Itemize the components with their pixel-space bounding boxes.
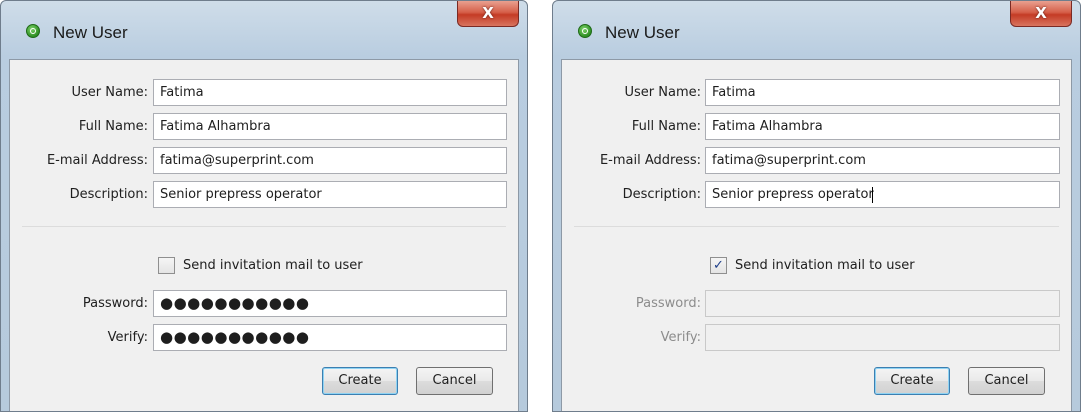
verify-row: Verify: ●●●●●●●●●●● <box>10 324 518 352</box>
dialog-title: New User <box>605 23 680 42</box>
verify-field[interactable]: ●●●●●●●●●●● <box>153 324 507 351</box>
description-row: Description: Senior prepress operator <box>10 181 518 209</box>
new-user-dialog: New User X User Name: Fatima Full Name: … <box>552 0 1081 412</box>
password-row: Password: ●●●●●●●●●●● <box>10 290 518 318</box>
send-invitation-label[interactable]: Send invitation mail to user <box>183 258 363 273</box>
email-label: E-mail Address: <box>46 153 148 168</box>
full-name-row: Full Name: Fatima Alhambra <box>10 113 518 141</box>
description-value: Senior prepress operator <box>712 187 874 202</box>
divider <box>22 226 506 227</box>
full-name-label: Full Name: <box>631 119 701 134</box>
password-row: Password: <box>562 290 1071 318</box>
verify-row: Verify: <box>562 324 1071 352</box>
description-field[interactable]: Senior prepress operator <box>153 181 507 208</box>
app-icon <box>578 24 592 38</box>
full-name-label: Full Name: <box>78 119 148 134</box>
dialog-body: User Name: Fatima Full Name: Fatima Alha… <box>561 59 1072 411</box>
email-label: E-mail Address: <box>599 153 701 168</box>
description-label: Description: <box>622 187 701 202</box>
full-name-row: Full Name: Fatima Alhambra <box>562 113 1071 141</box>
close-button[interactable]: X <box>457 1 519 27</box>
password-field[interactable]: ●●●●●●●●●●● <box>153 290 507 317</box>
email-field[interactable]: fatima@superprint.com <box>705 147 1060 174</box>
user-name-label: User Name: <box>71 85 149 100</box>
send-invitation-checkbox[interactable]: ✓ <box>710 257 727 274</box>
title-bar[interactable]: New User X <box>1 1 527 59</box>
full-name-field[interactable]: Fatima Alhambra <box>705 113 1060 140</box>
divider <box>574 226 1059 227</box>
user-name-label: User Name: <box>624 85 702 100</box>
full-name-field[interactable]: Fatima Alhambra <box>153 113 507 140</box>
email-row: E-mail Address: fatima@superprint.com <box>10 147 518 175</box>
email-row: E-mail Address: fatima@superprint.com <box>562 147 1071 175</box>
user-name-row: User Name: Fatima <box>10 79 518 107</box>
create-button[interactable]: Create <box>874 367 950 395</box>
dialog-body: User Name: Fatima Full Name: Fatima Alha… <box>9 59 519 411</box>
verify-label: Verify: <box>660 330 701 345</box>
email-field[interactable]: fatima@superprint.com <box>153 147 507 174</box>
send-invitation-checkbox[interactable] <box>158 257 175 274</box>
cancel-button[interactable]: Cancel <box>416 367 493 395</box>
description-field[interactable]: Senior prepress operator <box>705 181 1060 208</box>
new-user-dialog: New User X User Name: Fatima Full Name: … <box>0 0 528 412</box>
user-name-row: User Name: Fatima <box>562 79 1071 107</box>
user-name-field[interactable]: Fatima <box>705 79 1060 106</box>
create-button[interactable]: Create <box>322 367 398 395</box>
password-label: Password: <box>635 296 701 311</box>
password-field <box>705 290 1060 317</box>
title-bar[interactable]: New User X <box>553 1 1080 59</box>
app-icon <box>26 24 40 38</box>
cancel-button[interactable]: Cancel <box>968 367 1045 395</box>
description-label: Description: <box>69 187 148 202</box>
password-label: Password: <box>82 296 148 311</box>
verify-label: Verify: <box>107 330 148 345</box>
dialog-title: New User <box>53 23 128 42</box>
text-caret <box>871 186 873 203</box>
description-row: Description: Senior prepress operator <box>562 181 1071 209</box>
close-button[interactable]: X <box>1010 1 1072 27</box>
verify-field <box>705 324 1060 351</box>
send-invitation-label[interactable]: Send invitation mail to user <box>735 258 915 273</box>
user-name-field[interactable]: Fatima <box>153 79 507 106</box>
